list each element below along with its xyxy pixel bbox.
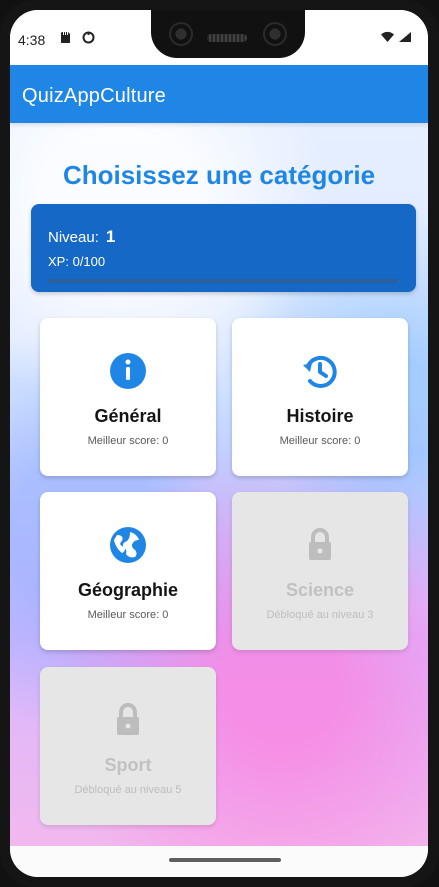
page-heading: Choisissez une catégorie: [62, 160, 376, 190]
speaker-grill: [207, 34, 247, 42]
home-indicator[interactable]: [169, 858, 281, 862]
app-title: QuizAppCulture: [22, 85, 166, 107]
phone-frame: 4:38 QuizAppCulture Choisissez une catég…: [0, 0, 439, 887]
category-card-general[interactable]: Général Meilleur score: 0: [40, 318, 216, 476]
status-bar: 4:38: [10, 10, 428, 65]
category-title: Général: [94, 406, 162, 426]
globe-icon: [110, 527, 146, 563]
progress-card: Niveau: 1 XP: 0/100: [31, 204, 416, 292]
xp-progress-bar: [48, 279, 398, 283]
category-title: Science: [285, 580, 355, 600]
signal-icon: [399, 32, 411, 42]
app-bar: QuizAppCulture: [10, 65, 428, 123]
category-title: Géographie: [77, 580, 179, 600]
history-icon: [303, 355, 337, 388]
lock-icon: [117, 703, 139, 735]
front-camera-right: [263, 22, 287, 46]
camera-notch: [151, 10, 305, 58]
status-right-icons: [380, 31, 412, 43]
xp-value: 0/100: [72, 254, 106, 269]
status-left-icons: [59, 31, 95, 44]
category-subtitle: Meilleur score: 0: [279, 435, 361, 447]
category-subtitle: Débloqué au niveau 5: [74, 784, 182, 796]
status-time: 4:38: [18, 32, 46, 48]
info-icon: [110, 353, 146, 389]
category-card-geography[interactable]: Géographie Meilleur score: 0: [40, 492, 216, 650]
level-row: Niveau: 1: [48, 227, 115, 247]
category-card-sport[interactable]: Sport Débloqué au niveau 5: [40, 667, 216, 825]
wifi-icon: [381, 31, 394, 42]
level-value: 1: [105, 227, 116, 246]
category-subtitle: Débloqué au niveau 3: [266, 609, 374, 621]
circle-icon: [82, 31, 95, 44]
category-card-history[interactable]: Histoire Meilleur score: 0: [232, 318, 408, 476]
lock-icon: [309, 528, 331, 560]
sd-card-icon: [61, 32, 70, 43]
category-title: Histoire: [286, 406, 354, 426]
category-card-science[interactable]: Science Débloqué au niveau 3: [232, 492, 408, 650]
level-label: Niveau:: [48, 229, 99, 246]
xp-row: XP: 0/100: [48, 254, 105, 269]
front-camera-left: [169, 22, 193, 46]
xp-label: XP:: [48, 254, 69, 269]
category-title: Sport: [104, 755, 152, 775]
category-subtitle: Meilleur score: 0: [87, 609, 169, 621]
category-subtitle: Meilleur score: 0: [87, 435, 169, 447]
app-screen: 4:38 QuizAppCulture Choisissez une catég…: [10, 10, 428, 877]
